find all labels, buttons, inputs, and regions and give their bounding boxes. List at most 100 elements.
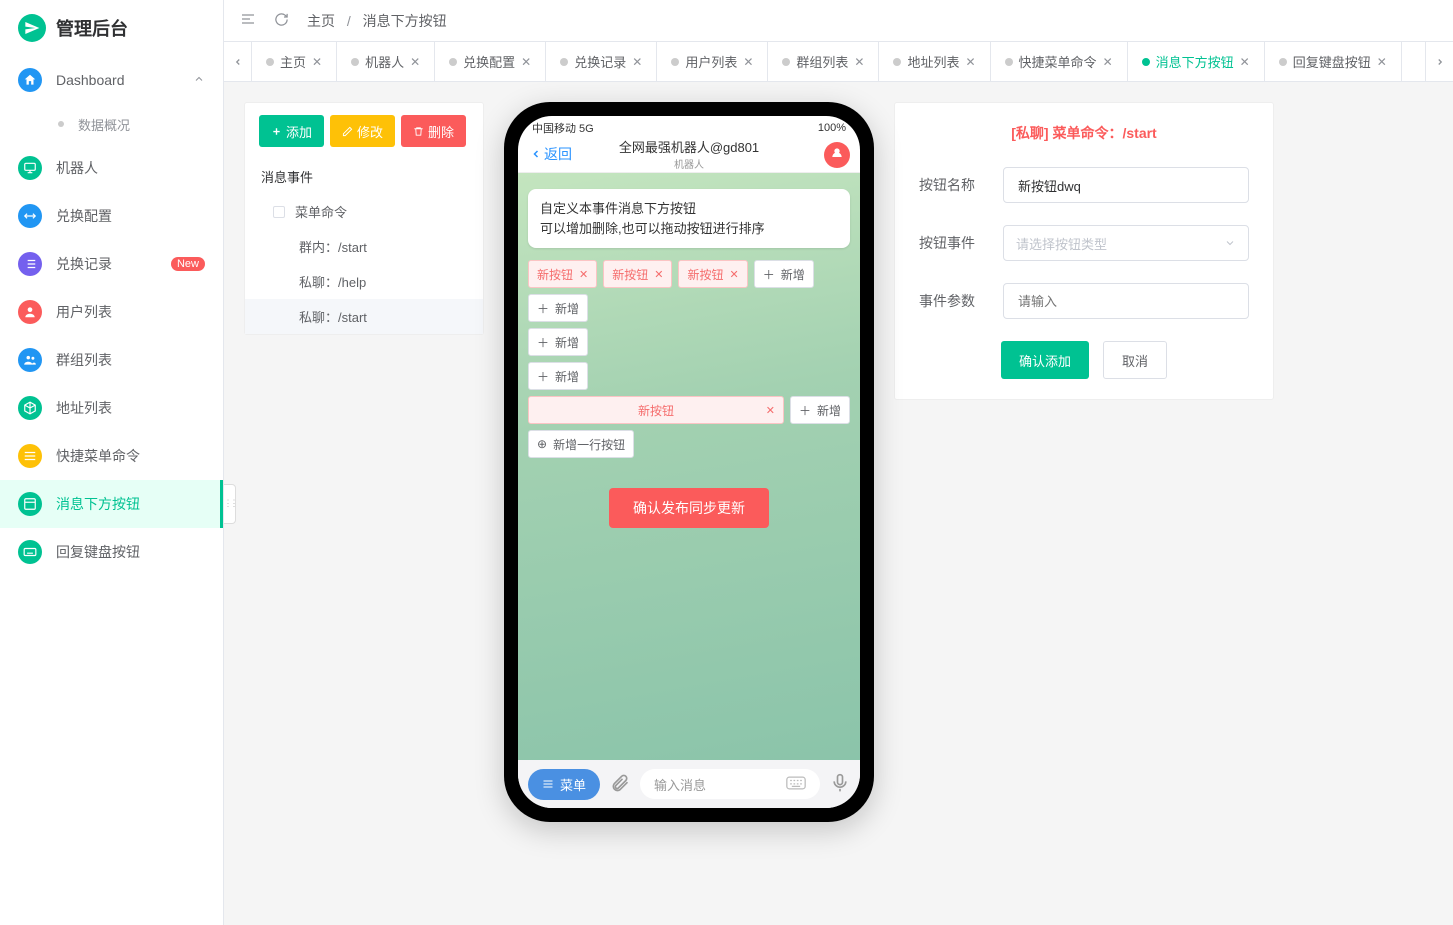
add-chip[interactable]: ＋ 新增	[528, 294, 588, 322]
param-input[interactable]	[1003, 283, 1249, 319]
tab[interactable]: 机器人✕	[337, 42, 435, 82]
sidebar-item-exchange-config[interactable]: 兑换配置	[0, 192, 223, 240]
tab[interactable]: 用户列表 ✕	[657, 42, 768, 82]
chevron-up-icon	[193, 72, 205, 88]
tab-close-icon[interactable]: ✕	[965, 55, 975, 69]
phone-back-button[interactable]: 返回	[530, 144, 572, 164]
form-title: [私聊] 菜单命令：/start	[919, 123, 1249, 143]
tabs-scroll: 主页✕机器人✕兑换配置✕兑换记录✕用户列表✕群组列表✕地址列表✕快捷菜单命令✕消…	[252, 42, 1425, 82]
tab-close-icon[interactable]: ✕	[521, 55, 531, 69]
add-chip[interactable]: ＋ 新增	[528, 362, 588, 390]
tab[interactable]: 群组列表✕	[768, 42, 879, 82]
chip-remove-icon[interactable]: ✕	[766, 404, 775, 417]
add-chip[interactable]: ＋ 新增	[754, 260, 814, 288]
tab-label: 快捷菜单命令	[1019, 52, 1097, 71]
tab-close-icon[interactable]: ✕	[632, 55, 642, 69]
name-input[interactable]	[1003, 167, 1249, 203]
tab-close-icon[interactable]: ✕	[743, 55, 753, 69]
tab[interactable]: 兑换记录✕	[546, 42, 657, 82]
tab[interactable]: 回复键盘按钮✕	[1265, 42, 1402, 82]
add-chip[interactable]: ＋ 新增	[528, 328, 588, 356]
keyboard-icon[interactable]	[786, 776, 806, 793]
chat-menu-button[interactable]: 菜单	[528, 769, 600, 800]
breadcrumb: 主页 / 消息下方按钮	[307, 11, 447, 31]
chip-remove-icon[interactable]: ✕	[654, 268, 663, 281]
sidebar-subitem[interactable]: 数据概况	[40, 104, 223, 144]
collapse-sidebar-icon[interactable]	[240, 11, 256, 30]
tab[interactable]: 快捷菜单命令 ✕	[991, 42, 1128, 82]
tree-checkbox[interactable]	[273, 206, 285, 218]
form-row-event: 按钮事件 请选择按钮类型	[919, 225, 1249, 261]
button-row: 新按钮 ✕ ＋ 新增	[528, 396, 850, 424]
tree-root[interactable]: 消息事件	[245, 159, 483, 194]
tab-label: 兑换配置	[463, 52, 515, 71]
sidebar-item-robots[interactable]: 机器人	[0, 144, 223, 192]
sidebar-item-reply-kbd[interactable]: 回复键盘按钮	[0, 528, 223, 576]
edit-button[interactable]: 修改	[330, 115, 395, 147]
chat-input[interactable]: 输入消息	[640, 769, 820, 799]
tab[interactable]: 兑换配置 ✕	[435, 42, 546, 82]
main: 主页 / 消息下方按钮 主页✕机器人✕兑换配置✕兑换记录✕用户列表✕群组列表✕地…	[224, 0, 1453, 925]
tree-group[interactable]: 菜单命令	[245, 194, 483, 229]
button-chip[interactable]: 新按钮✕	[603, 260, 672, 288]
tree-item[interactable]: 私聊：/help	[245, 264, 483, 299]
add-chip-label: 新增	[555, 334, 579, 351]
sidebar-item-shortcut[interactable]: 快捷菜单命令	[0, 432, 223, 480]
sidebar-item-groups[interactable]: 群组列表	[0, 336, 223, 384]
chip-label: 新按钮	[638, 402, 674, 419]
panel-drag-handle[interactable]: ⋮⋮	[224, 484, 236, 524]
add-row-chip[interactable]: ⊕ 新增一行按钮	[528, 430, 634, 458]
sidebar-item-addresses[interactable]: 地址列表	[0, 384, 223, 432]
chat-input-bar: 菜单 输入消息	[518, 760, 860, 808]
sidebar-item-label: 机器人	[56, 158, 205, 178]
sidebar-item-msg-buttons[interactable]: 消息下方按钮	[0, 480, 223, 528]
phone-screen: 中国移动 5G 100% 返回 全网最强机器人@gd801 机器人	[518, 116, 860, 808]
tabs-scroll-right[interactable]	[1425, 42, 1453, 81]
attach-icon[interactable]	[610, 773, 630, 796]
phone-avatar-icon[interactable]	[824, 142, 850, 168]
tab[interactable]: 消息下方按钮✕	[1128, 42, 1265, 82]
tab-close-icon[interactable]: ✕	[854, 55, 864, 69]
name-input-field[interactable]	[1016, 177, 1236, 194]
chip-remove-icon[interactable]: ✕	[579, 268, 588, 281]
logo: 管理后台	[0, 0, 223, 56]
sidebar-item-exchange-record[interactable]: 兑换记录New	[0, 240, 223, 288]
tab-close-icon[interactable]: ✕	[1240, 55, 1250, 69]
status-carrier: 中国移动 5G	[532, 120, 594, 136]
cancel-button[interactable]: 取消	[1103, 341, 1167, 379]
tab-close-icon[interactable]: ✕	[1103, 55, 1113, 69]
chat-bubble: 自定义本事件消息下方按钮 可以增加删除,也可以拖动按钮进行排序	[528, 189, 850, 248]
sidebar-item-label: 地址列表	[56, 398, 205, 418]
chip-remove-icon[interactable]: ✕	[729, 268, 738, 281]
confirm-button[interactable]: 确认添加	[1001, 341, 1089, 379]
sidebar-item-dashboard[interactable]: Dashboard	[0, 56, 223, 104]
sidebar-item-label: 兑换配置	[56, 206, 205, 226]
delete-button-label: 删除	[428, 122, 454, 141]
param-input-field[interactable]	[1016, 293, 1236, 310]
status-battery: 100%	[818, 122, 846, 134]
tab-close-icon[interactable]: ✕	[410, 55, 420, 69]
add-chip[interactable]: ＋ 新增	[790, 396, 850, 424]
breadcrumb-home[interactable]: 主页	[307, 13, 335, 29]
mic-icon[interactable]	[830, 773, 850, 796]
publish-button[interactable]: 确认发布同步更新	[609, 488, 769, 528]
delete-button[interactable]: 删除	[401, 115, 466, 147]
box-icon	[18, 396, 42, 420]
button-chip[interactable]: 新按钮✕	[678, 260, 747, 288]
tab-label: 用户列表	[685, 52, 737, 71]
tree-item[interactable]: 私聊：/start	[245, 299, 483, 334]
sidebar-item-label: 消息下方按钮	[56, 494, 205, 514]
tab-close-icon[interactable]: ✕	[312, 55, 322, 69]
tree-item[interactable]: 群内：/start	[245, 229, 483, 264]
tab-label: 地址列表	[907, 52, 959, 71]
tabs-scroll-left[interactable]	[224, 42, 252, 81]
event-select[interactable]: 请选择按钮类型	[1003, 225, 1249, 261]
tab[interactable]: 地址列表 ✕	[879, 42, 990, 82]
sidebar-item-users[interactable]: 用户列表	[0, 288, 223, 336]
add-button[interactable]: 添加	[259, 115, 324, 147]
button-chip[interactable]: 新按钮✕	[528, 260, 597, 288]
tab[interactable]: 主页✕	[252, 42, 337, 82]
refresh-icon[interactable]	[274, 12, 289, 30]
tab-close-icon[interactable]: ✕	[1377, 55, 1387, 69]
button-chip-selected[interactable]: 新按钮 ✕	[528, 396, 784, 424]
